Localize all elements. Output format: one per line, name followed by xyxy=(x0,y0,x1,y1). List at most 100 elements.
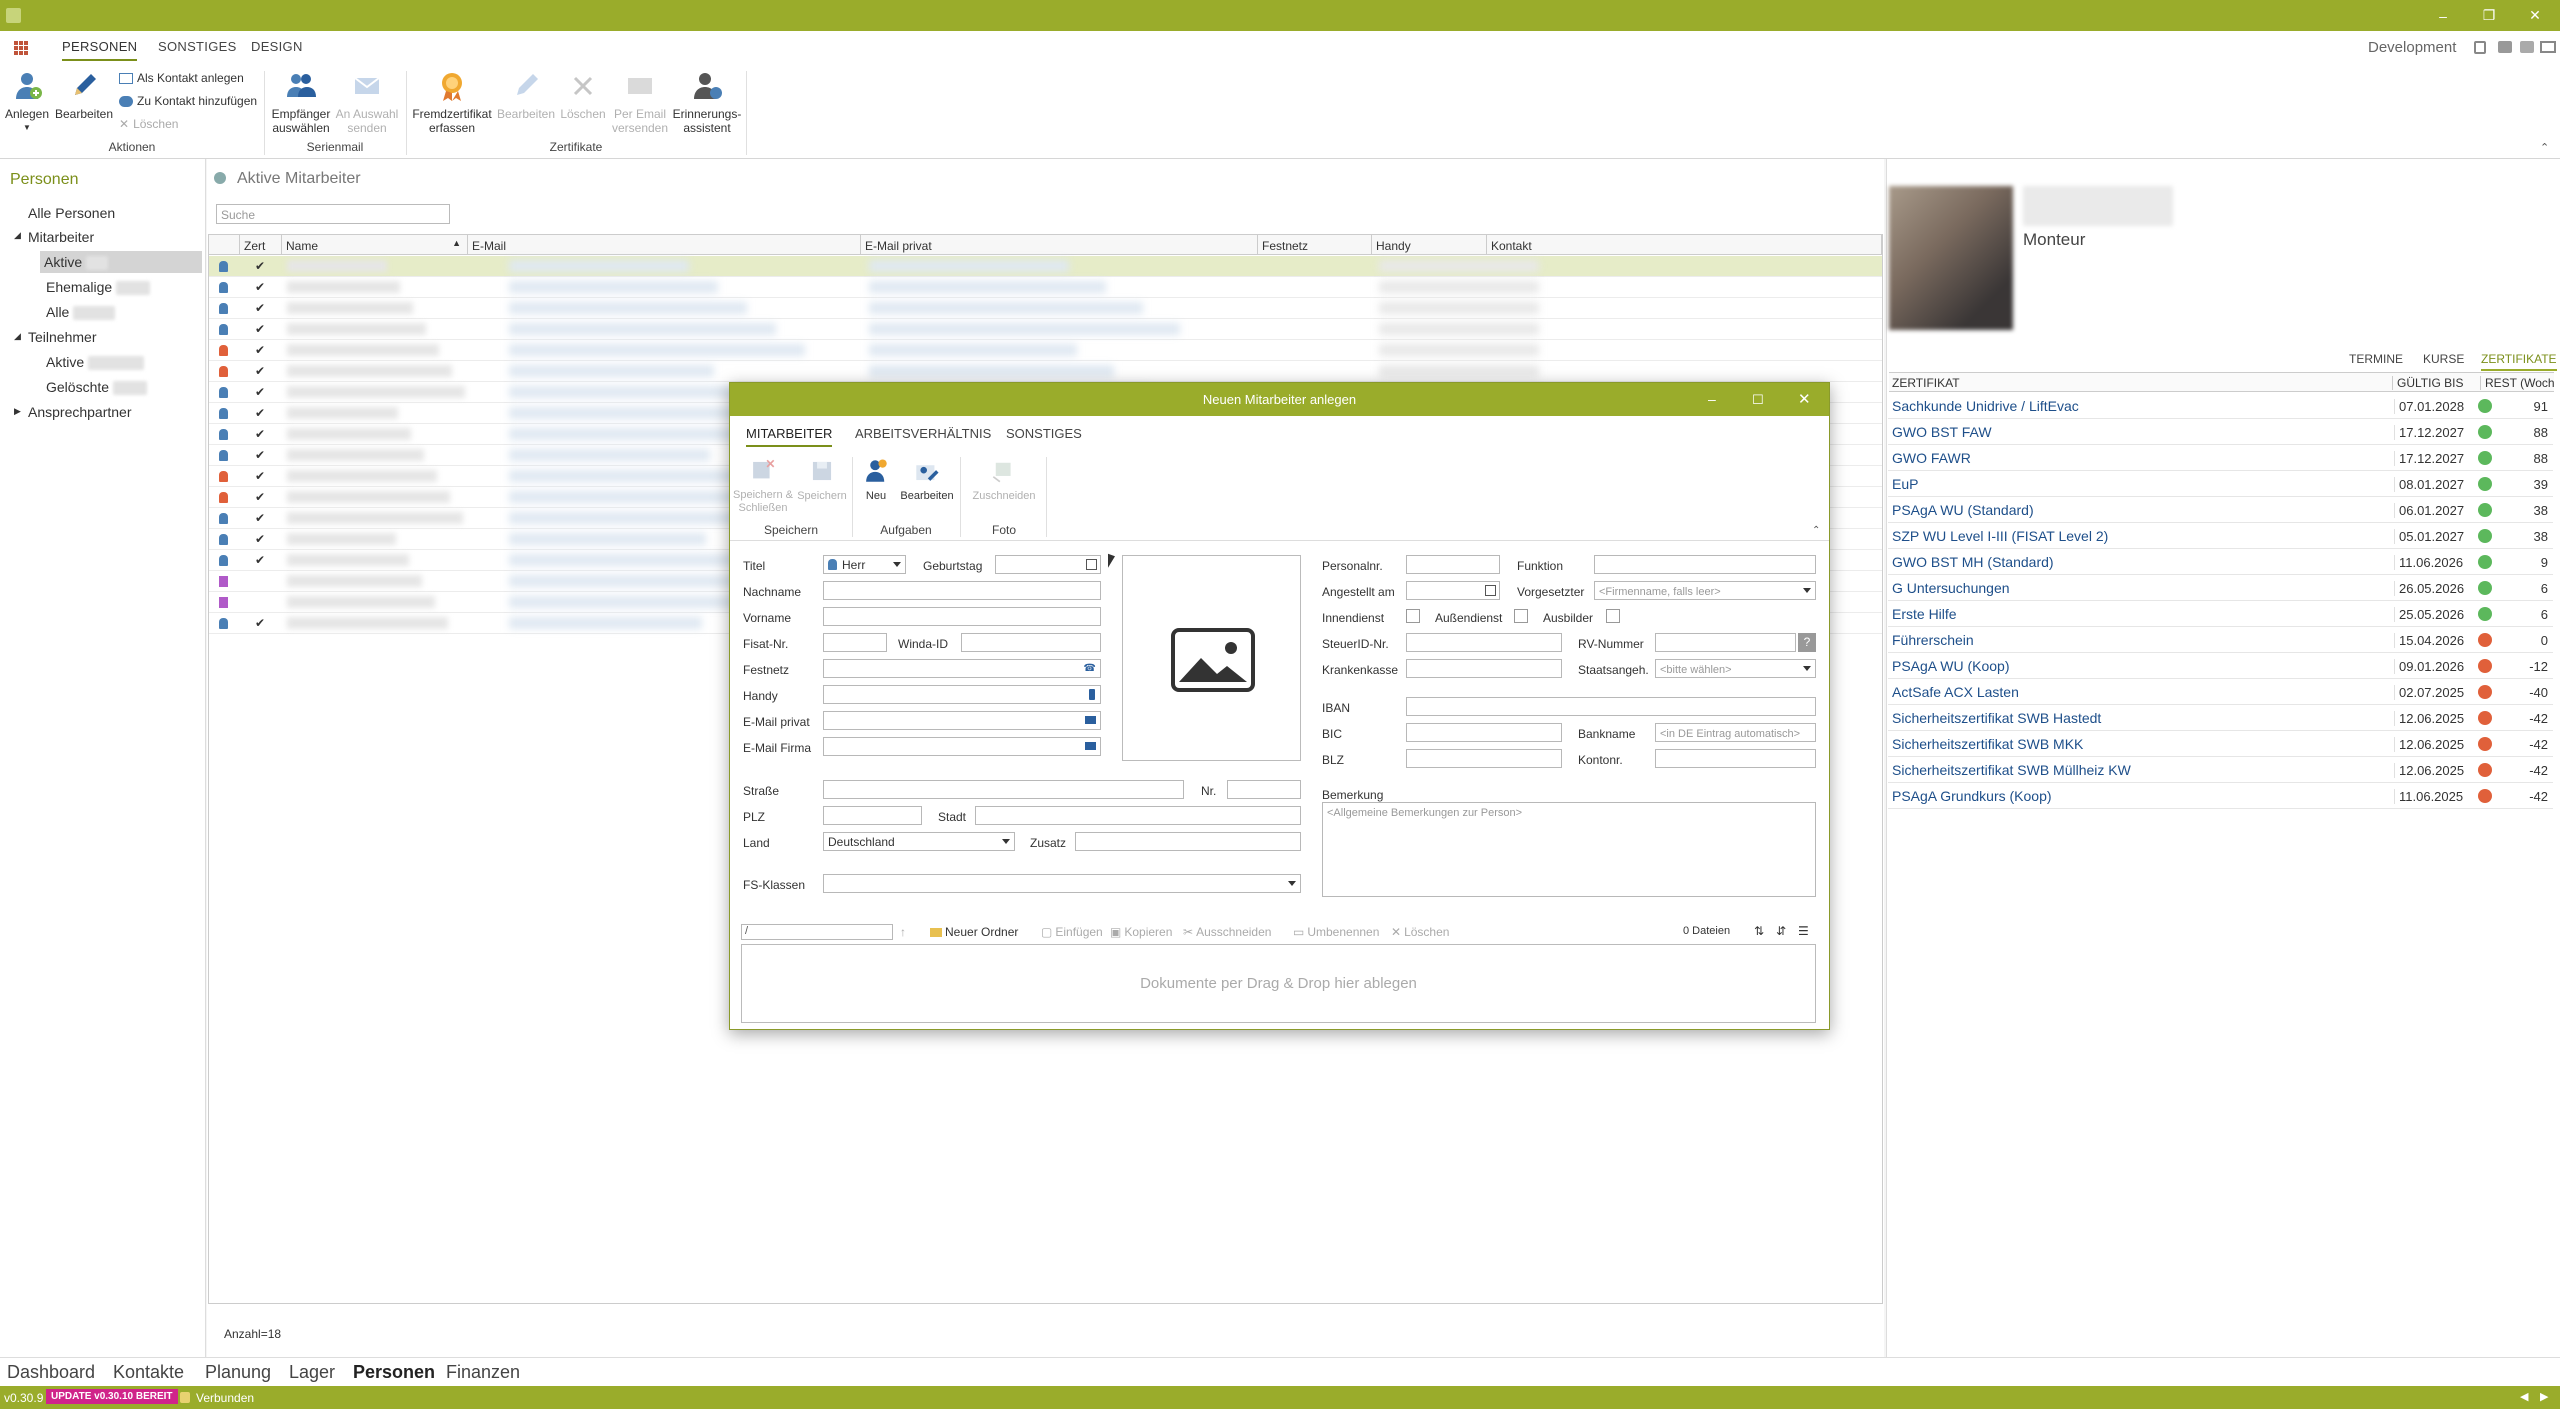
nav-planung[interactable]: Planung xyxy=(205,1362,271,1383)
festnetz-input[interactable]: ☎ xyxy=(823,659,1101,678)
foto-zuschneiden-button[interactable]: Zuschneiden xyxy=(964,457,1044,503)
rvnummer-input[interactable] xyxy=(1655,633,1796,652)
grid-col-handy[interactable]: Handy xyxy=(1372,235,1487,255)
photo-drop-area[interactable] xyxy=(1122,555,1301,761)
nav-kontakte[interactable]: Kontakte xyxy=(113,1362,184,1383)
als-kontakt-button[interactable]: Als Kontakt anlegen xyxy=(119,71,244,85)
grid-col-festnetz[interactable]: Festnetz xyxy=(1258,235,1372,255)
tree-expand-icon[interactable]: ◢ xyxy=(14,230,21,241)
tab-design[interactable]: DESIGN xyxy=(251,39,303,54)
cert-row[interactable]: ActSafe ACX Lasten 02.07.2025 -40 xyxy=(1888,679,2553,705)
collapse-ribbon-icon[interactable]: ⌃ xyxy=(2540,141,2549,154)
list-view-icon[interactable]: ☰ xyxy=(1798,924,1809,938)
geburtstag-input[interactable] xyxy=(995,555,1101,574)
speichern-button[interactable]: Speichern xyxy=(794,457,850,503)
aufgabe-bearbeiten-button[interactable]: Bearbeiten xyxy=(896,457,958,503)
plz-input[interactable] xyxy=(823,806,922,825)
tree-collapsed-icon[interactable]: ▶ xyxy=(14,406,21,417)
datei-loeschen-button[interactable]: ✕ Löschen xyxy=(1391,925,1449,939)
fisat-input[interactable] xyxy=(823,633,887,652)
tab-sonstiges[interactable]: SONSTIGES xyxy=(158,39,237,54)
table-row[interactable]: ✔ xyxy=(209,298,1882,319)
erinnerungsassistent-button[interactable]: Erinnerungs- assistent xyxy=(670,69,744,135)
tree-item-aktive[interactable]: Aktive xyxy=(40,251,202,273)
loeschen-button[interactable]: ✕ Löschen xyxy=(119,117,178,131)
kopieren-button[interactable]: ▣ Kopieren xyxy=(1110,925,1172,939)
tree-item-alle-personen[interactable]: Alle Personen xyxy=(28,205,115,221)
cert-row[interactable]: EuP 08.01.2027 39 xyxy=(1888,471,2553,497)
up-folder-button[interactable]: ↑ xyxy=(900,925,906,939)
bankname-input[interactable]: <in DE Eintrag automatisch> xyxy=(1655,723,1816,742)
notification-icon[interactable] xyxy=(2498,41,2512,53)
cert-name[interactable]: ActSafe ACX Lasten xyxy=(1892,684,2019,700)
table-row[interactable]: ✔ xyxy=(209,340,1882,361)
nav-dashboard[interactable]: Dashboard xyxy=(7,1362,95,1383)
tree-item-mitarbeiter[interactable]: Mitarbeiter xyxy=(28,229,94,245)
krankenkasse-input[interactable] xyxy=(1406,659,1562,678)
personalnr-input[interactable] xyxy=(1406,555,1500,574)
zertifikat-loeschen-button[interactable]: Löschen xyxy=(556,69,610,121)
angestellt-input[interactable] xyxy=(1406,581,1500,600)
cert-row[interactable]: PSAgA WU (Koop) 09.01.2026 -12 xyxy=(1888,653,2553,679)
lock-icon[interactable] xyxy=(2474,41,2486,54)
zertifikat-bearbeiten-button[interactable]: Bearbeiten xyxy=(496,69,556,121)
anlegen-button[interactable]: Anlegen ▼ xyxy=(4,69,50,135)
table-row[interactable]: ✔ xyxy=(209,319,1882,340)
umbenennen-button[interactable]: ▭ Umbenennen xyxy=(1293,925,1379,939)
bic-input[interactable] xyxy=(1406,723,1562,742)
cert-name[interactable]: Sachkunde Unidrive / LiftEvac xyxy=(1892,398,2079,414)
steuerid-input[interactable] xyxy=(1406,633,1562,652)
cert-name[interactable]: GWO BST FAW xyxy=(1892,424,1992,440)
cert-name[interactable]: Sicherheitszertifikat SWB MKK xyxy=(1892,736,2083,752)
status-right-arrow-icon[interactable]: ▶ xyxy=(2540,1390,2548,1403)
mobile-icon[interactable] xyxy=(1089,689,1095,700)
cert-name[interactable]: Sicherheitszertifikat SWB Müllheiz KW xyxy=(1892,762,2131,778)
avatar[interactable] xyxy=(1889,186,2013,330)
cert-name[interactable]: PSAgA WU (Standard) xyxy=(1892,502,2034,518)
aussendienst-checkbox[interactable] xyxy=(1514,609,1528,623)
monitor-icon[interactable] xyxy=(2540,41,2556,53)
speichern-schliessen-button[interactable]: Speichern & Schließen xyxy=(732,457,794,515)
dialog-maximize-button[interactable]: ☐ xyxy=(1752,383,1764,416)
dialog-tab-sonstiges[interactable]: SONSTIGES xyxy=(1006,426,1082,441)
mail-icon[interactable] xyxy=(1085,742,1096,750)
fremdzertifikat-erfassen-button[interactable]: Fremdzertifikat erfassen xyxy=(408,69,496,135)
ausschneiden-button[interactable]: ✂ Ausschneiden xyxy=(1183,925,1271,939)
fs-klassen-select[interactable] xyxy=(823,874,1301,893)
empfaenger-auswaehlen-button[interactable]: Empfänger auswählen xyxy=(268,69,334,135)
nav-personen[interactable]: Personen xyxy=(353,1362,435,1383)
cert-row[interactable]: G Untersuchungen 26.05.2026 6 xyxy=(1888,575,2553,601)
cert-name[interactable]: SZP WU Level I-III (FISAT Level 2) xyxy=(1892,528,2108,544)
cert-name[interactable]: PSAgA WU (Koop) xyxy=(1892,658,2010,674)
cert-col-zertifikat[interactable]: ZERTIFIKAT xyxy=(1892,376,1960,390)
cert-row[interactable]: Sicherheitszertifikat SWB Müllheiz KW 12.… xyxy=(1888,757,2553,783)
strasse-input[interactable] xyxy=(823,780,1184,799)
zusatz-input[interactable] xyxy=(1075,832,1301,851)
iban-input[interactable] xyxy=(1406,697,1816,716)
table-row[interactable]: ✔ xyxy=(209,361,1882,382)
cert-name[interactable]: GWO FAWR xyxy=(1892,450,1971,466)
cert-row[interactable]: Sicherheitszertifikat SWB Hastedt 12.06.2… xyxy=(1888,705,2553,731)
table-row[interactable]: ✔ xyxy=(209,256,1882,277)
funktion-input[interactable] xyxy=(1594,555,1816,574)
nav-finanzen[interactable]: Finanzen xyxy=(446,1362,520,1383)
tree-item-alle[interactable]: Alle xyxy=(46,304,116,321)
bearbeiten-button[interactable]: Bearbeiten xyxy=(54,69,114,121)
cert-row[interactable]: PSAgA WU (Standard) 06.01.2027 38 xyxy=(1888,497,2553,523)
cert-row[interactable]: Sachkunde Unidrive / LiftEvac 07.01.2028 9… xyxy=(1888,393,2553,419)
winda-input[interactable] xyxy=(961,633,1101,652)
dialog-collapse-ribbon-icon[interactable]: ⌃ xyxy=(1812,525,1820,536)
sort-icon[interactable]: ⇅ xyxy=(1754,924,1764,938)
app-menu-grid-icon[interactable] xyxy=(14,41,28,55)
cert-row[interactable]: Erste Hilfe 25.05.2026 6 xyxy=(1888,601,2553,627)
update-badge[interactable]: UPDATE v0.30.10 BEREIT xyxy=(46,1389,178,1404)
neuer-ordner-button[interactable]: Neuer Ordner xyxy=(930,925,1018,939)
cert-col-gueltig[interactable]: GÜLTIG BIS xyxy=(2392,376,2463,390)
blz-input[interactable] xyxy=(1406,749,1562,768)
cert-row[interactable]: SZP WU Level I-III (FISAT Level 2) 05.01.… xyxy=(1888,523,2553,549)
land-select[interactable]: Deutschland xyxy=(823,832,1015,851)
cert-row[interactable]: GWO BST FAW 17.12.2027 88 xyxy=(1888,419,2553,445)
per-email-versenden-button[interactable]: Per Email versenden xyxy=(610,69,670,135)
cert-name[interactable]: G Untersuchungen xyxy=(1892,580,2010,596)
help-icon[interactable]: ? xyxy=(1798,633,1816,652)
